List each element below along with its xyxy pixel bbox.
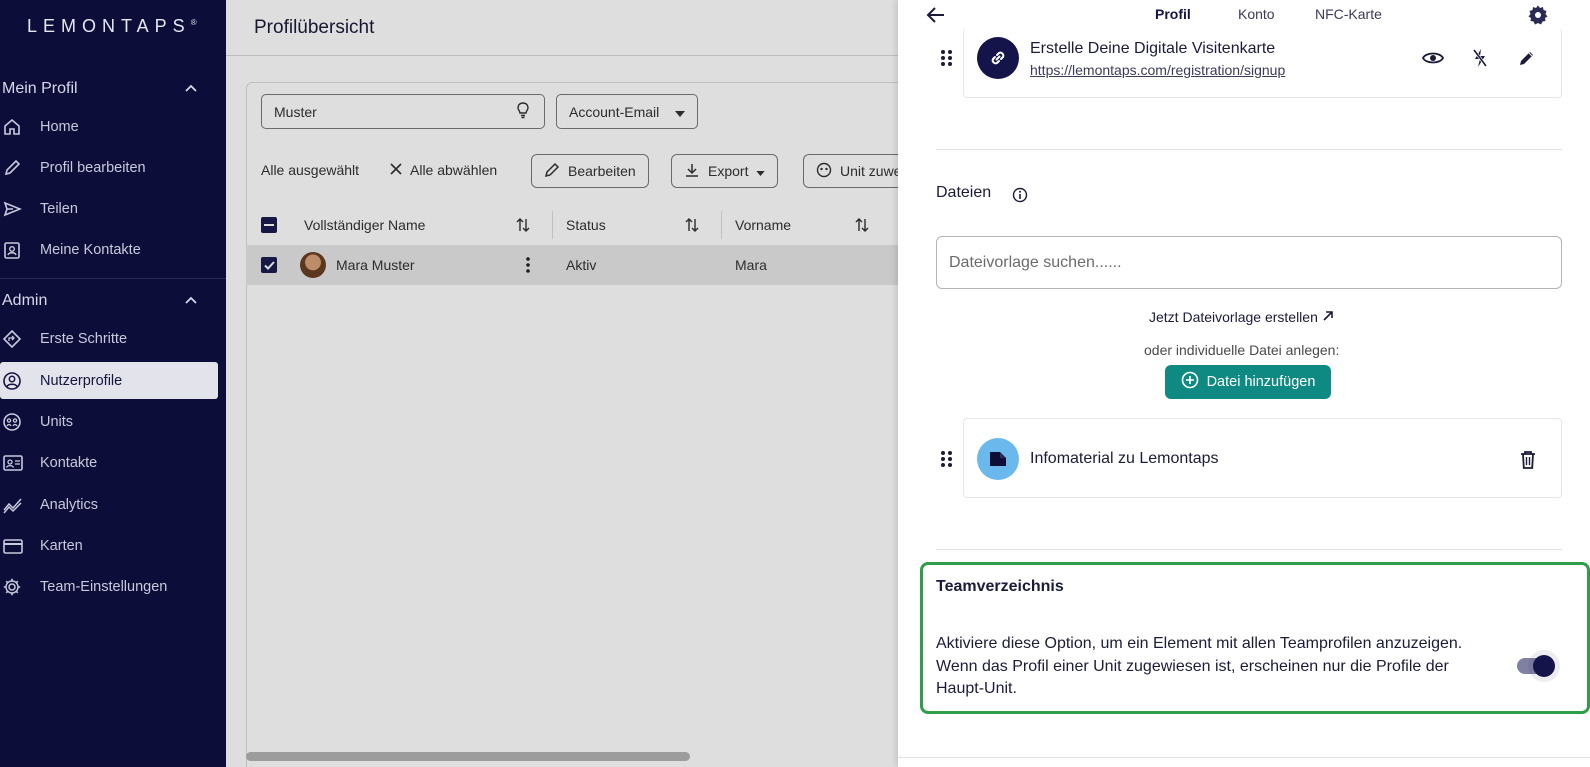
modal-backdrop[interactable] [226, 0, 898, 767]
diamond-direction-icon [0, 327, 28, 351]
units-icon [0, 410, 28, 434]
chevron-up-icon [184, 82, 198, 96]
section-admin[interactable]: Admin [2, 289, 212, 313]
sidebar-item-team-einstellungen[interactable]: Team-Einstellungen [0, 568, 218, 605]
link-card-title: Erstelle Deine Digitale Visitenkarte [1030, 40, 1276, 57]
tab-profil[interactable]: Profil [1155, 6, 1191, 22]
eye-icon[interactable] [1421, 46, 1445, 70]
add-file-button[interactable]: Datei hinzufügen [1165, 365, 1331, 399]
sidebar-item-teilen[interactable]: Teilen [0, 190, 218, 227]
section-mein-profil[interactable]: Mein Profil [2, 77, 212, 101]
section-mein-profil-label: Mein Profil [2, 80, 78, 97]
plus-circle-icon [1181, 371, 1199, 393]
contacts-icon [0, 238, 28, 262]
pencil-icon[interactable] [1515, 46, 1539, 70]
sidebar-divider [0, 278, 226, 279]
sidebar-item-analytics[interactable]: Analytics [0, 486, 218, 523]
sidebar-item-label: Home [40, 118, 79, 135]
link-icon [977, 37, 1019, 79]
link-card-url[interactable]: https://lemontaps.com/registration/signu… [1030, 62, 1285, 78]
chevron-up-icon [184, 294, 198, 308]
team-directory-toggle[interactable] [1517, 655, 1555, 677]
drag-handle-icon[interactable] [941, 50, 953, 68]
sidebar-item-label: Erste Schritte [40, 330, 128, 347]
send-icon [0, 197, 28, 221]
section-divider [936, 549, 1562, 550]
app-logo[interactable]: LEMONTAPS® [27, 16, 197, 37]
section-divider [936, 149, 1562, 150]
tab-konto[interactable]: Konto [1238, 6, 1275, 22]
sidebar-item-label: Teilen [40, 200, 78, 217]
user-circle-icon [0, 369, 28, 393]
card-icon [0, 534, 28, 558]
file-template-search-placeholder: Dateivorlage suchen...... [949, 253, 1122, 271]
or-individual-label: oder individuelle Datei anlegen: [1144, 342, 1340, 358]
file-template-search-input[interactable]: Dateivorlage suchen...... [936, 236, 1562, 289]
sidebar-item-home[interactable]: Home [0, 108, 218, 145]
flash-off-icon[interactable] [1468, 46, 1492, 70]
sidebar-item-label: Units [40, 413, 74, 430]
drawer-bottom-divider [898, 757, 1590, 758]
sidebar-item-nutzerprofile[interactable]: Nutzerprofile [0, 362, 218, 399]
file-icon [977, 438, 1019, 480]
section-admin-label: Admin [2, 292, 48, 309]
sidebar-item-label: Karten [40, 537, 83, 554]
sidebar-item-label: Meine Kontakte [40, 241, 141, 258]
home-icon [0, 115, 28, 139]
team-directory-title: Teamverzeichnis [936, 578, 1064, 595]
sidebar: LEMONTAPS® Mein Profil Home Profil bearb… [0, 0, 226, 767]
sidebar-item-label: Team-Einstellungen [40, 578, 168, 595]
sidebar-item-meine-kontakte[interactable]: Meine Kontakte [0, 231, 218, 268]
contact-card-icon [0, 451, 28, 475]
create-template-label: Jetzt Dateivorlage erstellen [1149, 309, 1318, 325]
file-item-name: Infomaterial zu Lemontaps [1030, 450, 1219, 467]
create-template-link[interactable]: Jetzt Dateivorlage erstellen [1149, 309, 1334, 325]
files-section-title: Dateien [936, 184, 992, 201]
analytics-icon [0, 493, 28, 517]
back-arrow-icon[interactable] [924, 3, 948, 27]
trash-icon[interactable] [1516, 448, 1540, 472]
sidebar-item-karten[interactable]: Karten [0, 527, 218, 564]
sidebar-item-kontakte[interactable]: Kontakte [0, 444, 218, 481]
add-file-label: Datei hinzufügen [1206, 374, 1316, 390]
pencil-icon [0, 156, 28, 180]
sidebar-item-erste-schritte[interactable]: Erste Schritte [0, 320, 218, 357]
tab-nfc-karte[interactable]: NFC-Karte [1315, 6, 1382, 22]
sidebar-item-profil-bearbeiten[interactable]: Profil bearbeiten [0, 149, 218, 186]
gear-icon [0, 575, 28, 599]
sidebar-item-label: Analytics [40, 496, 99, 513]
external-arrow-icon [1322, 309, 1334, 325]
gear-icon[interactable] [1526, 3, 1550, 27]
horizontal-scrollbar[interactable] [246, 752, 690, 761]
toggle-knob [1533, 655, 1555, 677]
info-icon[interactable] [1012, 187, 1028, 203]
drag-handle-icon[interactable] [941, 451, 953, 469]
sidebar-item-label: Nutzerprofile [40, 372, 123, 389]
sidebar-item-label: Kontakte [40, 454, 98, 471]
sidebar-item-label: Profil bearbeiten [40, 159, 146, 176]
team-directory-description: Aktiviere diese Option, um ein Element m… [936, 635, 1463, 697]
sidebar-item-units[interactable]: Units [0, 403, 218, 440]
